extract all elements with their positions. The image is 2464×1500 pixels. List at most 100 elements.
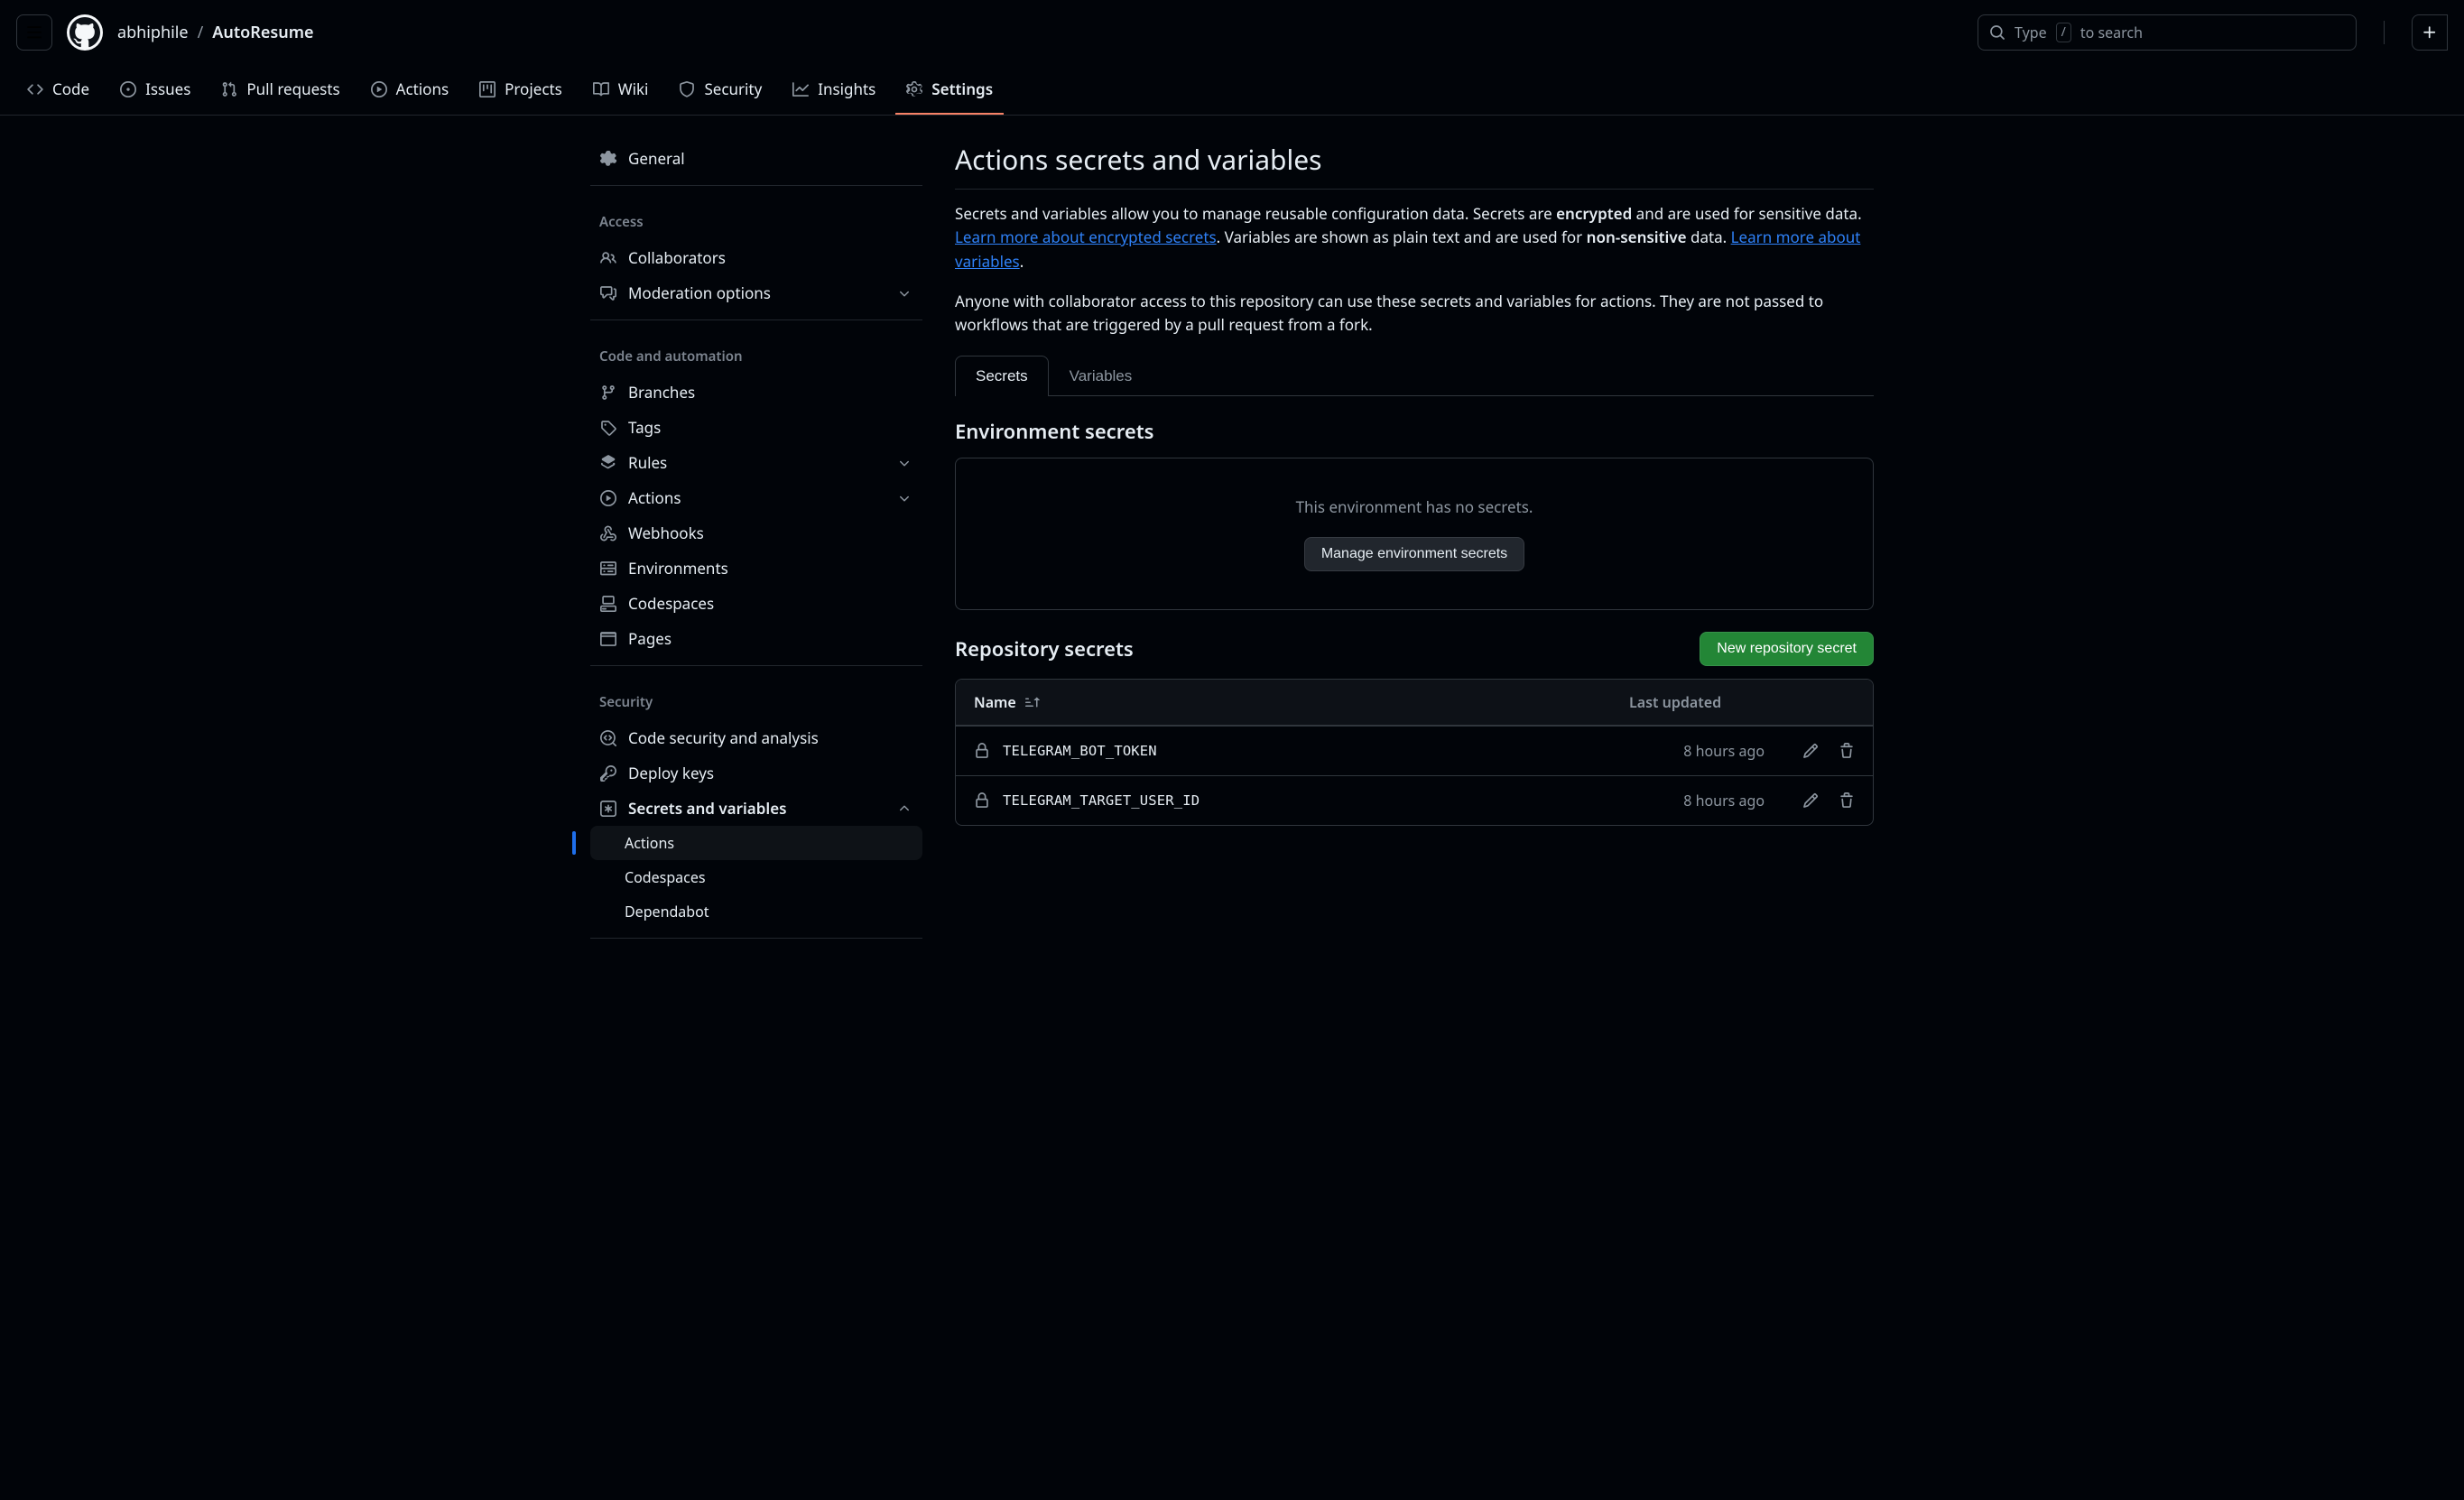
key-icon [599,765,617,782]
link-learn-secrets[interactable]: Learn more about encrypted secrets [955,227,1217,247]
sidebar-item-deploy-keys[interactable]: Deploy keys [590,755,922,791]
subtab-secrets[interactable]: Secrets [955,356,1049,396]
sidebar-item-label: Pages [628,628,913,649]
breadcrumb-repo[interactable]: AutoResume [212,22,313,43]
chevron-down-icon [895,286,913,301]
tab-settings[interactable]: Settings [895,65,1004,115]
sidebar-item-label: Actions [625,833,913,853]
play-icon [371,81,387,97]
chevron-down-icon [895,456,913,470]
codescan-icon [599,730,617,746]
search-input[interactable]: Type / to search [1978,14,2357,51]
delete-secret-button[interactable] [1839,792,1855,809]
pull-request-icon [221,81,237,97]
breadcrumb: abhiphile / AutoResume [117,22,314,43]
projects-icon [479,81,496,97]
tab-wiki[interactable]: Wiki [582,65,660,115]
hamburger-button[interactable] [16,14,52,51]
table-row: TELEGRAM_TARGET_USER_ID 8 hours ago [956,775,1873,825]
shield-icon [679,81,695,97]
stack-icon [599,455,617,471]
sidebar-item-tags[interactable]: Tags [590,410,922,445]
issues-icon [120,81,136,97]
sidebar-divider [590,185,922,186]
tab-insights[interactable]: Insights [782,65,886,115]
manage-environment-secrets-button[interactable]: Manage environment secrets [1304,537,1524,571]
chevron-down-icon [895,491,913,505]
github-logo[interactable] [67,14,103,51]
webhook-icon [599,525,617,542]
tab-actions[interactable]: Actions [360,65,459,115]
sidebar-item-label: Dependabot [625,902,913,921]
sidebar-item-label: Tags [628,417,913,438]
sidebar-item-collaborators[interactable]: Collaborators [590,240,922,275]
tab-label: Actions [396,79,449,99]
secret-updated: 8 hours ago [1656,791,1765,810]
sidebar-item-label: General [628,148,913,169]
subtab-variables[interactable]: Variables [1049,356,1153,396]
search-placeholder-suffix: to search [2080,23,2143,42]
sidebar-subitem-codespaces[interactable]: Codespaces [590,860,922,894]
sidebar-item-pages[interactable]: Pages [590,621,922,656]
trash-icon [1839,792,1855,809]
pencil-icon [1802,792,1819,809]
tab-projects[interactable]: Projects [468,65,573,115]
breadcrumb-separator: / [198,22,204,43]
intro-text-part: . Variables are shown as plain text and … [1217,227,1587,247]
settings-sidebar: General Access Collaborators Moderation … [590,141,922,948]
intro-text-part: Secrets and variables allow you to manag… [955,203,1556,224]
column-last-updated: Last updated [1629,692,1855,712]
codespaces-icon [599,596,617,612]
breadcrumb-owner[interactable]: abhiphile [117,22,189,43]
sidebar-item-actions[interactable]: Actions [590,480,922,515]
sidebar-item-label: Collaborators [628,247,913,268]
tab-label: Insights [818,79,875,99]
sort-asc-icon[interactable] [1025,695,1040,709]
new-repository-secret-button[interactable]: New repository secret [1700,632,1874,666]
graph-icon [792,81,809,97]
secret-name: TELEGRAM_TARGET_USER_ID [1003,792,1200,809]
sidebar-subitem-dependabot[interactable]: Dependabot [590,894,922,929]
sidebar-item-moderation[interactable]: Moderation options [590,275,922,310]
edit-secret-button[interactable] [1802,743,1819,759]
new-button[interactable] [2412,14,2448,51]
tab-label: Security [704,79,762,99]
sidebar-item-label: Codespaces [628,593,913,614]
secret-updated: 8 hours ago [1656,741,1765,761]
intro-text-part: and are used for sensitive data. [1632,203,1861,224]
intro-para2: Anyone with collaborator access to this … [955,290,1874,338]
edit-secret-button[interactable] [1802,792,1819,809]
sidebar-item-branches[interactable]: Branches [590,375,922,410]
table-row: TELEGRAM_BOT_TOKEN 8 hours ago [956,726,1873,775]
header-divider [2384,21,2385,44]
sidebar-item-label: Environments [628,558,913,579]
sidebar-item-label: Code security and analysis [628,727,913,748]
secrets-variables-tabs: Secrets Variables [955,356,1874,396]
section-title-env: Environment secrets [955,418,1154,445]
tab-label: Pull requests [246,79,339,99]
tab-pull-requests[interactable]: Pull requests [210,65,350,115]
tab-label: Settings [931,79,993,99]
sidebar-item-general[interactable]: General [590,141,922,176]
sidebar-item-rules[interactable]: Rules [590,445,922,480]
sidebar-item-environments[interactable]: Environments [590,551,922,586]
gear-icon [906,81,922,97]
sidebar-item-codespaces[interactable]: Codespaces [590,586,922,621]
code-icon [27,81,43,97]
lock-icon [974,792,990,809]
sidebar-subitem-actions[interactable]: Actions [590,826,922,860]
tab-issues[interactable]: Issues [109,65,201,115]
sidebar-item-secrets[interactable]: Secrets and variables [590,791,922,826]
sidebar-item-code-security[interactable]: Code security and analysis [590,720,922,755]
search-placeholder-prefix: Type [2015,23,2047,42]
section-title-repo: Repository secrets [955,635,1134,662]
tab-security[interactable]: Security [668,65,773,115]
trash-icon [1839,743,1855,759]
tab-code[interactable]: Code [16,65,100,115]
intro-text: Secrets and variables allow you to manag… [955,202,1874,338]
delete-secret-button[interactable] [1839,743,1855,759]
column-name[interactable]: Name [974,692,1016,712]
sidebar-item-webhooks[interactable]: Webhooks [590,515,922,551]
tab-label: Issues [145,79,190,99]
browser-icon [599,631,617,647]
